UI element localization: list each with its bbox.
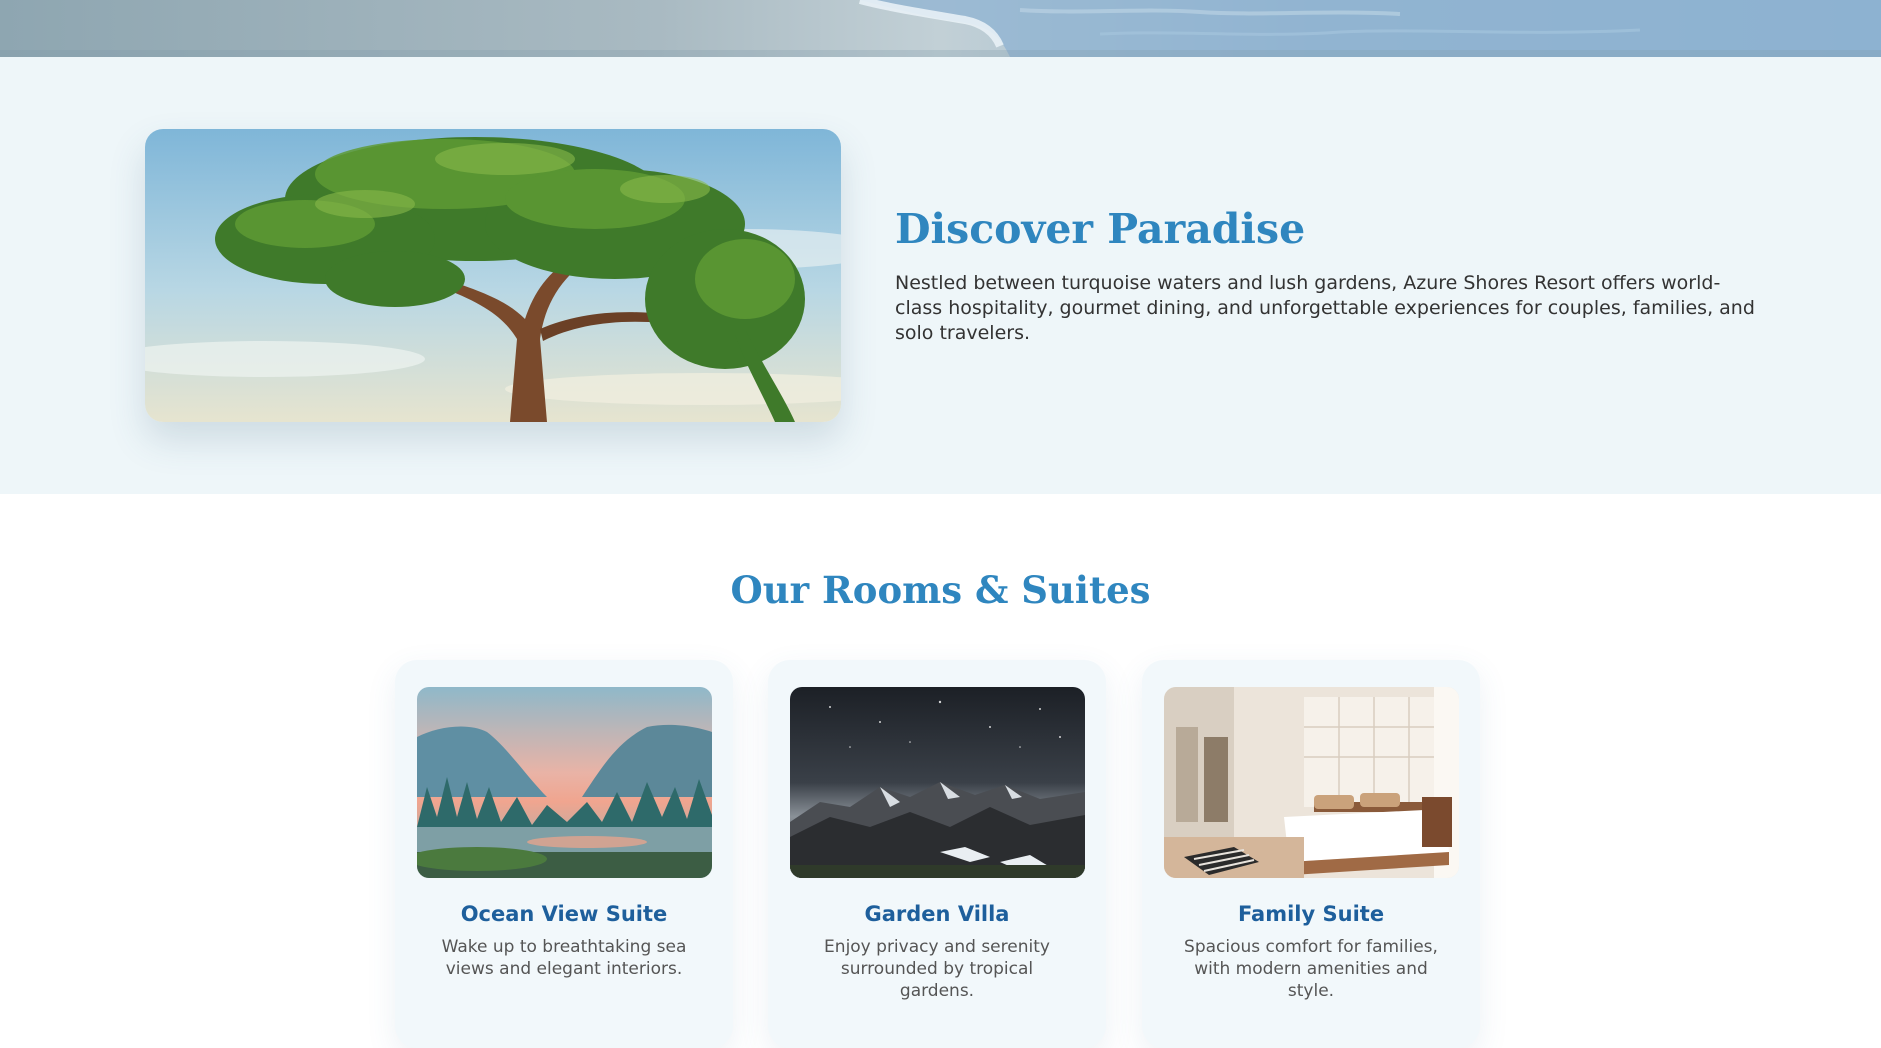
room-photo-family-suite xyxy=(1164,687,1459,878)
room-description: Spacious comfort for families, with mode… xyxy=(1184,937,1438,1001)
room-card-family-suite[interactable]: Family Suite Spacious comfort for famili… xyxy=(1142,660,1480,1048)
room-photo-ocean-view-suite xyxy=(417,687,712,878)
hero-image xyxy=(0,0,1881,57)
rooms-section-title: Our Rooms & Suites xyxy=(730,568,1151,612)
about-description: Nestled between turquoise waters and lus… xyxy=(895,272,1755,344)
room-card-ocean-view-suite[interactable]: Ocean View Suite Wake up to breathtaking… xyxy=(395,660,733,1048)
room-name: Ocean View Suite xyxy=(460,902,668,926)
room-description: Wake up to breathtaking sea views and el… xyxy=(441,937,687,979)
room-photo-garden-villa xyxy=(790,687,1085,878)
room-name: Garden Villa xyxy=(864,902,1010,926)
about-title: Discover Paradise xyxy=(895,205,1306,253)
room-description: Enjoy privacy and serenity surrounded by… xyxy=(824,937,1050,1001)
room-name: Family Suite xyxy=(1237,902,1385,926)
about-text-block: Discover Paradise Nestled between turquo… xyxy=(895,203,1755,346)
room-card-garden-villa[interactable]: Garden Villa Enjoy privacy and serenity … xyxy=(768,660,1106,1048)
about-tree-photo xyxy=(145,129,841,422)
about-section: Discover Paradise Nestled between turquo… xyxy=(0,57,1881,494)
